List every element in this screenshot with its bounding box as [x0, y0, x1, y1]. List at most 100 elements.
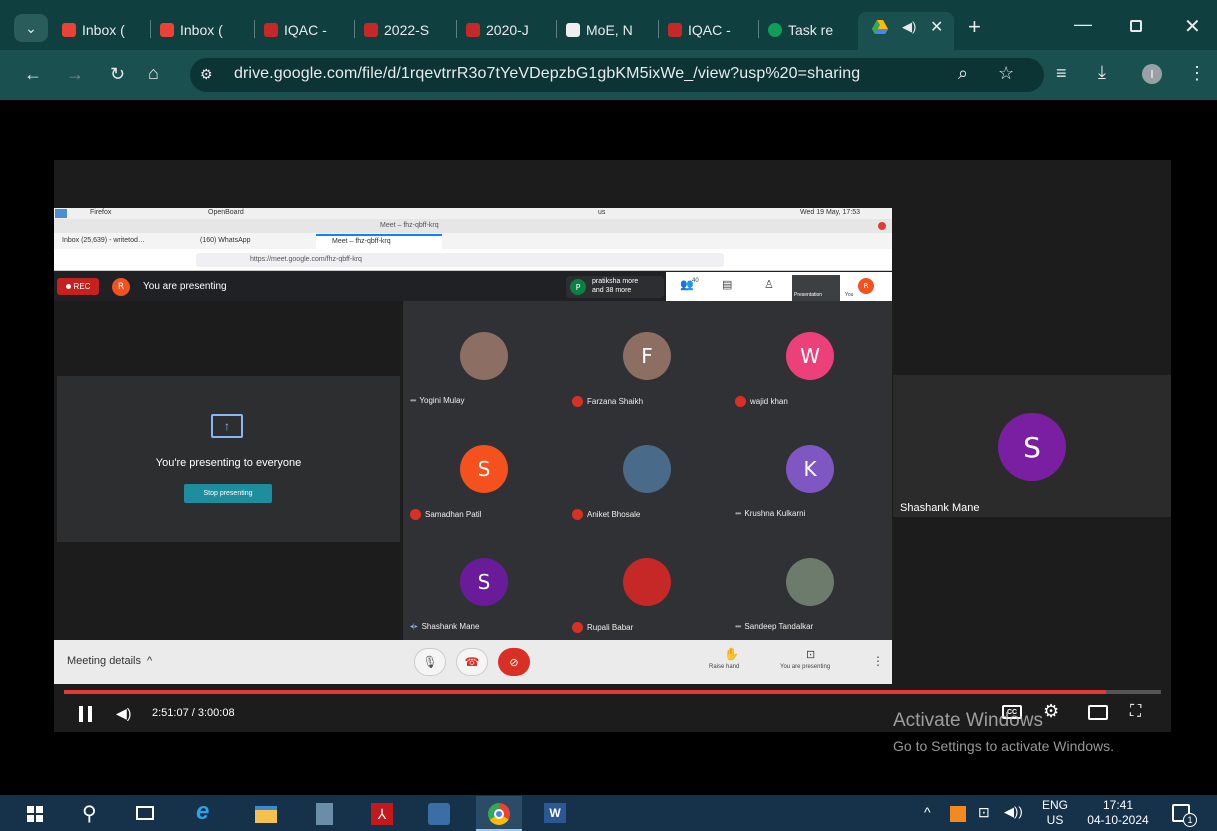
present-icon[interactable]: ⊡ [806, 648, 815, 661]
pdf-icon [668, 23, 682, 37]
participant-name-row: ••• Yogini Mulay [410, 396, 464, 405]
tab-separator [556, 20, 557, 38]
camera-off-button[interactable]: ⊘ [498, 648, 530, 676]
presentation-thumb-label: Presentation [794, 292, 823, 298]
menu-kebab-icon[interactable]: ⋮ [1188, 63, 1206, 83]
participant-avatar: S [460, 445, 508, 493]
chrome-icon[interactable] [488, 803, 510, 825]
firefox-menu: Firefox [90, 209, 112, 216]
search-icon[interactable]: ⚲ [82, 801, 97, 826]
meet-window-title: Meet – fhz-qbff-krq [380, 222, 439, 229]
tab-separator [758, 20, 759, 38]
pdf-icon [364, 23, 378, 37]
mic-button[interactable]: 🎙 [414, 648, 446, 676]
pause-icon[interactable] [79, 706, 93, 722]
browser-tab[interactable]: IQAC - [264, 18, 348, 42]
settings-gear-icon[interactable]: ⚙ [1043, 701, 1059, 722]
participant-avatar [623, 445, 671, 493]
browser-tab[interactable]: MoE, N [566, 18, 650, 42]
word-icon[interactable]: W [544, 803, 566, 823]
tray-app-icon[interactable] [950, 806, 966, 822]
calculator-icon[interactable] [316, 803, 333, 825]
fullscreen-icon[interactable]: ⛶ [1130, 703, 1141, 721]
new-tab-button[interactable]: + [968, 14, 981, 40]
participant-name: Aniket Bhosale [587, 510, 641, 519]
tab-search-button[interactable]: ⌄ [14, 14, 48, 42]
zoom-icon[interactable]: ⌕ [958, 63, 968, 83]
window-close-dot[interactable] [878, 222, 886, 230]
ff-tab-whatsapp[interactable]: (160) WhatsApp [200, 237, 251, 244]
participant-name-row: Aniket Bhosale [572, 509, 640, 520]
chevron-down-icon: ⌄ [25, 19, 37, 36]
mic-off-icon [735, 396, 746, 407]
media-controls-icon[interactable]: ≡ [1056, 63, 1067, 83]
edge-icon[interactable]: e [196, 798, 209, 826]
minimize-button[interactable]: — [1074, 14, 1092, 35]
keyboard-lang: us [598, 209, 606, 216]
audio-playing-icon[interactable]: ◀) [902, 19, 916, 35]
browser-tab[interactable]: Task re [768, 18, 852, 42]
site-info-icon[interactable]: ⚙ [200, 66, 213, 83]
download-icon[interactable]: ⤓ [1098, 62, 1106, 82]
stop-presenting-button[interactable]: Stop presenting [184, 484, 272, 503]
file-explorer-icon[interactable] [255, 806, 277, 823]
participant-name-row: ••• Krushna Kulkarni [735, 509, 805, 518]
participant-name: Sandeep Tandalkar [744, 622, 814, 631]
home-icon[interactable]: ⌂ [148, 63, 159, 83]
participant-name: Rupali Babar [587, 623, 634, 632]
self-thumb-avatar: R [858, 278, 874, 294]
task-view-icon[interactable] [136, 806, 154, 820]
end-call-button[interactable]: ☎ [456, 648, 488, 676]
browser-tab[interactable]: Inbox ( [62, 18, 146, 42]
url-text[interactable]: drive.google.com/file/d/1rqevtrrR3o7tYeV… [234, 65, 860, 83]
app-icon[interactable] [428, 803, 450, 825]
more-options-icon[interactable]: ⋮ [872, 654, 884, 668]
participant-name: Farzana Shaikh [587, 397, 644, 406]
browser-tab-label: Inbox ( [180, 22, 223, 38]
volume-icon[interactable]: ◀) [116, 705, 131, 722]
you-are-presenting-button[interactable]: You are presenting [780, 664, 830, 670]
show-hidden-icons[interactable]: ^ [924, 804, 931, 820]
close-window-button[interactable]: ✕ [1184, 14, 1201, 39]
browser-tab[interactable]: 2022-S [364, 18, 448, 42]
mic-off-icon [572, 509, 583, 520]
forward-icon[interactable]: → [66, 64, 84, 84]
you-are-presenting-label: You are presenting [143, 281, 227, 292]
tab-separator [456, 20, 457, 38]
browser-tab-label: IQAC - [688, 22, 731, 38]
network-icon[interactable]: ⊡ [978, 804, 990, 821]
close-tab-icon[interactable]: ✕ [930, 17, 943, 37]
profile-avatar[interactable]: I [1142, 64, 1162, 84]
language-indicator[interactable]: ENG US [1038, 798, 1072, 828]
browser-tab-label: 2022-S [384, 22, 430, 38]
participants-chip-line1: pratiksha more [592, 278, 639, 285]
browser-tab[interactable]: 2020-J [466, 18, 550, 42]
miniplayer-icon[interactable] [1088, 705, 1108, 720]
reload-icon[interactable]: ↻ [110, 64, 125, 84]
self-avatar: R [112, 278, 130, 296]
meeting-details-button[interactable]: Meeting details ^ [67, 655, 152, 667]
bookmark-star-icon[interactable]: ☆ [998, 63, 1014, 83]
raise-hand-icon[interactable]: ✋ [724, 647, 739, 661]
raise-hand-label[interactable]: Raise hand [709, 664, 739, 670]
browser-tab[interactable]: Inbox ( [160, 18, 244, 42]
participant-avatar: S [460, 558, 508, 606]
back-icon[interactable]: ← [24, 64, 42, 84]
drive-icon [872, 20, 888, 34]
chat-icon[interactable]: ▤ [722, 278, 732, 291]
chevron-up-icon: ^ [147, 655, 153, 667]
ff-tab-inbox[interactable]: Inbox (25,639) - writetod… [62, 237, 145, 244]
ff-tab-meet[interactable]: Meet – fhz-qbff-krq [332, 238, 391, 245]
speaking-icon: ◂|▸ [410, 624, 418, 630]
speaker-icon[interactable]: ◀)) [1004, 804, 1023, 820]
activities-icon[interactable]: ♙ [764, 278, 774, 291]
restore-button[interactable] [1130, 20, 1142, 32]
participant-avatar: F [623, 332, 671, 380]
participant-name-row: Samadhan Patil [410, 509, 481, 520]
clock[interactable]: 17:41 04-10-2024 [1078, 798, 1158, 828]
browser-tab[interactable]: IQAC - [668, 18, 752, 42]
rec-label: REC [73, 282, 91, 291]
acrobat-icon[interactable]: ⅄ [371, 803, 393, 825]
firefox-url-text[interactable]: https://meet.google.com/fhz-qbff-krq [250, 256, 362, 263]
windows-start-icon[interactable] [27, 806, 43, 822]
